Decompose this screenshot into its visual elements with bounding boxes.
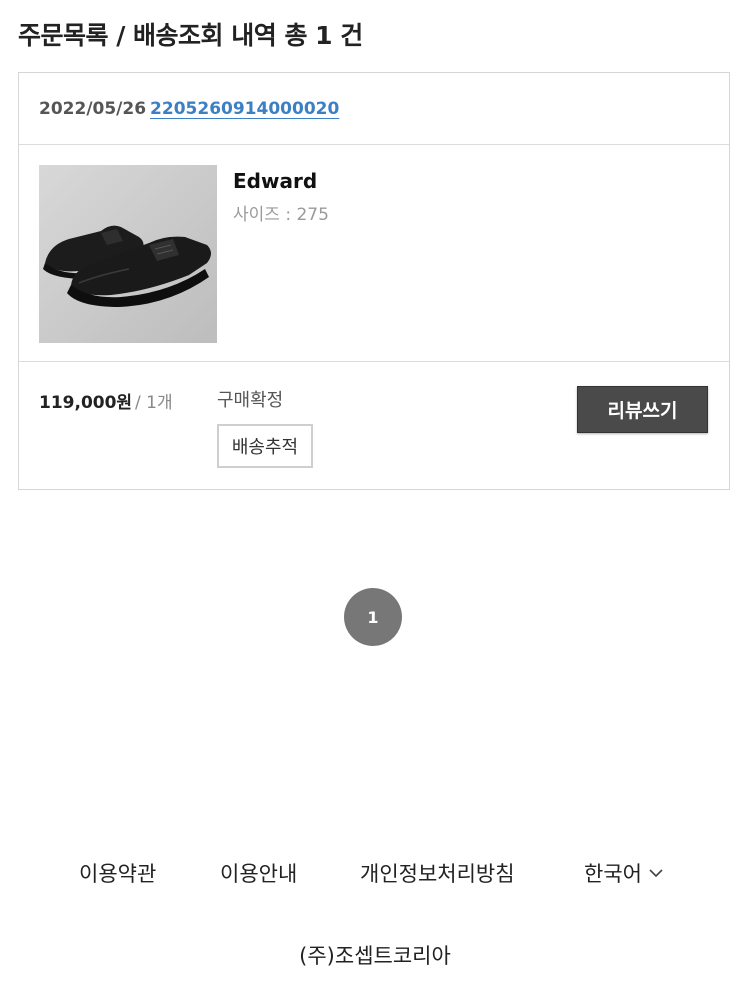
order-quantity: / 1개 bbox=[135, 393, 173, 413]
order-card: 2022/05/26 2205260914000020 Edward 사이즈:… bbox=[18, 72, 730, 490]
footer-link-guide[interactable]: 이용안내 bbox=[220, 858, 297, 888]
shoe-image-icon bbox=[39, 165, 217, 343]
order-number-link[interactable]: 2205260914000020 bbox=[150, 99, 339, 119]
order-footer: 119,000원 / 1개 구매확정 배송추적 리뷰쓰기 bbox=[19, 362, 729, 489]
order-header: 2022/05/26 2205260914000020 bbox=[19, 73, 729, 145]
product-option: 사이즈 : 275 bbox=[233, 205, 329, 225]
footer-link-terms[interactable]: 이용약관 bbox=[79, 858, 156, 888]
footer-nav: 이용약관 이용안내 개인정보처리방침 한국어 bbox=[0, 858, 750, 890]
order-price: 119,000원 bbox=[39, 393, 133, 413]
chevron-down-icon bbox=[649, 869, 663, 878]
company-name: (주)조셉트코리아 bbox=[299, 944, 451, 968]
product-image[interactable] bbox=[39, 165, 217, 343]
track-delivery-button[interactable]: 배송추적 bbox=[217, 424, 313, 468]
language-selector[interactable]: 한국어 bbox=[584, 858, 664, 888]
order-status: 구매확정 bbox=[217, 390, 284, 411]
product-row: Edward 사이즈 : 275 bbox=[19, 145, 729, 362]
order-date: 2022/05/26 bbox=[39, 98, 147, 119]
language-label: 한국어 bbox=[584, 862, 642, 886]
product-name[interactable]: Edward bbox=[233, 169, 317, 193]
write-review-button[interactable]: 리뷰쓰기 bbox=[577, 386, 708, 433]
pagination-page-1[interactable]: 1 bbox=[344, 588, 402, 646]
page-title: 주문목록 / 배송조회 내역 총 1 건 bbox=[18, 21, 363, 50]
footer-link-privacy[interactable]: 개인정보처리방침 bbox=[360, 858, 515, 888]
